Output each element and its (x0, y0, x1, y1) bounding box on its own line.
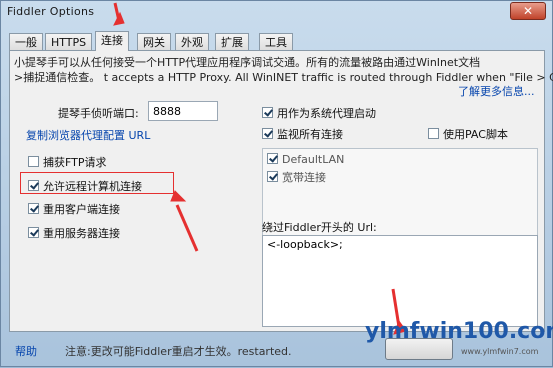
lan-item[interactable]: 宽带连接 (267, 169, 326, 185)
restart-note: 注意:更改可能Fiddler重启才生效。restarted. (65, 345, 292, 358)
learn-more-link[interactable]: 了解更多信息... (458, 83, 535, 99)
monitor-all-checkbox[interactable] (262, 128, 273, 139)
port-label: 提琴手侦听端口: (58, 107, 139, 120)
lan-default-checkbox[interactable] (267, 153, 278, 164)
lan-item[interactable]: DefaultLAN (267, 153, 344, 166)
help-link[interactable]: 帮助 (15, 343, 37, 359)
tab-extensions[interactable]: 扩展 (215, 33, 249, 50)
tab-tools[interactable]: 工具 (259, 33, 293, 50)
annotation-highlight-box (20, 172, 174, 194)
system-proxy-option[interactable]: 用作为系统代理启动 (262, 105, 376, 121)
capture-ftp-option[interactable]: 捕获FTP请求 (28, 154, 107, 170)
reuse-server-checkbox[interactable] (28, 227, 39, 238)
system-proxy-checkbox[interactable] (262, 107, 273, 118)
tab-appearance[interactable]: 外观 (175, 33, 209, 50)
tab-connections[interactable]: 连接 (95, 31, 129, 51)
arrow-to-connections-tab (113, 2, 121, 22)
reuse-client-option[interactable]: 重用客户端连接 (28, 201, 120, 217)
tab-https[interactable]: HTTPS (45, 33, 93, 50)
window-title: Fiddler Options (7, 5, 95, 18)
tab-general[interactable]: 一般 (9, 33, 43, 50)
close-button[interactable]: ✕ (510, 2, 546, 20)
use-pac-option[interactable]: 使用PAC脚本 (428, 126, 508, 142)
use-pac-checkbox[interactable] (428, 128, 439, 139)
tab-gateway[interactable]: 网关 (137, 33, 171, 50)
bypass-label: 绕过Fiddler开头的 Url: (262, 221, 377, 234)
title-bar: Fiddler Options (7, 5, 94, 23)
lan-broadband-checkbox[interactable] (267, 171, 278, 182)
description-line-1: 小提琴手可以从任何接受一个HTTP代理应用程序调试交通。所有的流量被路由通过Wi… (14, 56, 481, 69)
monitor-all-option[interactable]: 监视所有连接 (262, 126, 343, 142)
reuse-server-option[interactable]: 重用服务器连接 (28, 225, 120, 241)
capture-ftp-checkbox[interactable] (28, 156, 39, 167)
copy-browser-proxy-url-link[interactable]: 复制浏览器代理配置 URL (26, 127, 150, 143)
connections-panel: 小提琴手可以从任何接受一个HTTP代理应用程序调试交通。所有的流量被路由通过Wi… (9, 50, 553, 332)
bypass-textarea[interactable]: <-loopback>; (262, 235, 538, 327)
port-input[interactable] (148, 101, 218, 121)
site-watermark: ylmfwin100.com www.ylmfwin7.com (365, 319, 553, 356)
arrow-head (113, 11, 125, 26)
fiddler-options-window: Fiddler Options ✕ 一般 HTTPS 连接 网关 外观 扩展 工… (0, 0, 553, 367)
reuse-client-checkbox[interactable] (28, 203, 39, 214)
